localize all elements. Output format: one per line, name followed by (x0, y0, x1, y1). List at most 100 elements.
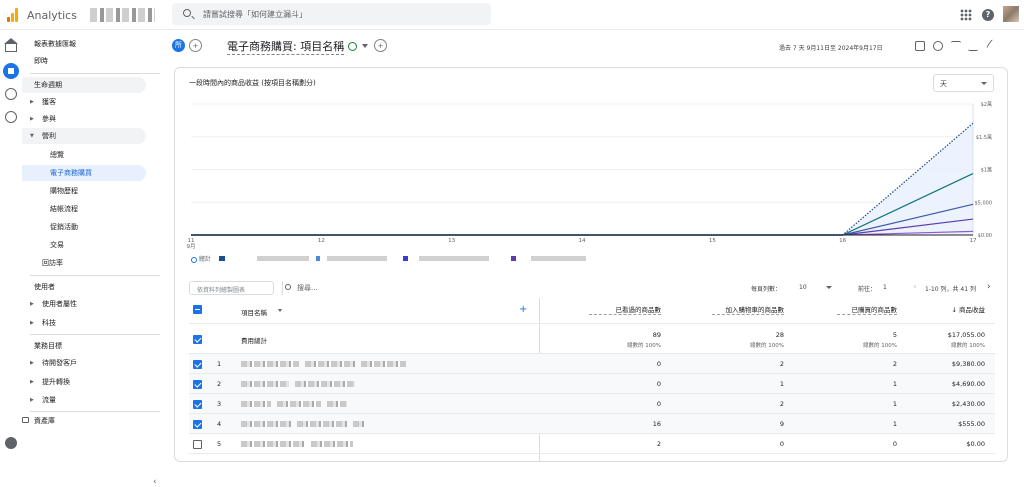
nav-conversions[interactable]: ▶ 提升轉換 (22, 374, 146, 390)
nav-purchase-journey[interactable]: 購物歷程 (22, 183, 78, 199)
redacted-item-name (241, 381, 289, 387)
nav-engagement[interactable]: ▶ 參與 (22, 111, 146, 127)
row-checkbox[interactable] (193, 400, 202, 409)
nav-section-label: 業務目標 (34, 342, 62, 350)
redacted-item-name (241, 361, 299, 367)
row-checkbox[interactable] (193, 360, 202, 369)
x-tick-label: 12 (318, 238, 325, 244)
advertising-icon[interactable] (5, 111, 17, 123)
table-row[interactable]: 2 0 1 1 $4,690.00 (189, 374, 995, 394)
nav-section-business[interactable]: 業務目標 (22, 338, 146, 354)
legend-marker (191, 256, 197, 263)
col-items-purchased[interactable]: 已購買的商品數 (837, 304, 897, 315)
nav-section-label: 使用者 (34, 283, 55, 291)
add-comparison-icon[interactable]: + (189, 39, 202, 52)
nav-monetization[interactable]: ▼ 營利 (22, 128, 146, 144)
customize-report-icon[interactable] (915, 41, 925, 51)
nav-tech[interactable]: ▶ 科技 (22, 315, 146, 331)
chevron-down-icon[interactable] (362, 44, 368, 48)
table-search-placeholder: 搜尋... (297, 284, 318, 292)
period-select[interactable]: 天 (933, 74, 994, 92)
nav-section-user[interactable]: 使用者 (22, 279, 146, 295)
reports-icon[interactable] (3, 63, 19, 79)
nav-promotions[interactable]: 促銷活動 (22, 219, 78, 235)
table-row[interactable]: 4 16 9 1 $555.00 (189, 414, 995, 434)
prev-page-icon[interactable]: ‹ (913, 282, 917, 292)
col-items-viewed[interactable]: 已看過的商品數 (589, 304, 661, 315)
next-page-icon[interactable]: › (987, 282, 991, 292)
nav-ecommerce[interactable]: 電子商務購買 (22, 165, 146, 181)
chevron-down-icon[interactable] (826, 286, 832, 289)
nav-transactions[interactable]: 交易 (22, 237, 64, 253)
nav-section-lifecycle[interactable]: 生命週期 (22, 77, 146, 93)
nav-retention[interactable]: 回訪率 (22, 255, 63, 271)
x-tick-label: 17 (970, 238, 977, 244)
metric-cell: 2 (779, 400, 784, 408)
nav-realtime[interactable]: 即時 (34, 53, 48, 69)
plot-rows-button[interactable]: 依資料列繪製圖表 (189, 281, 274, 295)
col-item-revenue[interactable]: ↓ 商品收益 (929, 304, 985, 314)
nav-acquisition[interactable]: ▶ 獲客 (22, 94, 146, 110)
account-selector[interactable] (90, 8, 155, 22)
home-icon[interactable] (4, 38, 18, 52)
add-dimension-button[interactable]: + (519, 304, 527, 315)
chevron-right-icon: ▶ (30, 379, 34, 385)
left-rail (0, 30, 22, 456)
help-icon[interactable]: ? (982, 9, 994, 21)
nav-leads[interactable]: ▶ 待開發客戶 (22, 355, 146, 371)
totals-checkbox[interactable] (193, 335, 202, 344)
series-line (191, 122, 974, 236)
add-filter-icon[interactable]: + (374, 39, 387, 52)
total-item-revenue: $17,055.00 (947, 331, 985, 339)
table-controls: 依資料列繪製圖表 搜尋... 每頁列數： 10 前往： 1 ‹ 1-10 列，共… (175, 278, 1007, 298)
col-items-added-to-cart[interactable]: 加入購物車的商品數 (712, 304, 784, 315)
chevron-right-icon: ▶ (30, 397, 34, 403)
legend-swatch (511, 256, 516, 261)
row-checkbox[interactable] (193, 440, 202, 449)
table-search-input[interactable]: 搜尋... (282, 281, 642, 295)
nav-overview[interactable]: 總覽 (22, 147, 64, 163)
nav-label: 流量 (42, 396, 56, 404)
nav-user-attributes[interactable]: ▶ 使用者屬性 (22, 296, 146, 312)
rows-per-page-select[interactable]: 10 (799, 284, 807, 291)
row-checkbox[interactable] (193, 380, 202, 389)
divider (30, 73, 160, 74)
table-row[interactable]: 1 0 2 2 $9,380.00 (189, 354, 995, 374)
metric-cell: $555.00 (958, 420, 985, 428)
row-checkbox[interactable] (193, 420, 202, 429)
insights-icon[interactable] (933, 41, 943, 51)
search-bar[interactable]: 請嘗試搜尋「如何建立漏斗」 (172, 3, 491, 25)
search-placeholder: 請嘗試搜尋「如何建立漏斗」 (203, 10, 307, 19)
apps-grid-icon[interactable] (960, 9, 972, 21)
x-tick-label: 13 (448, 238, 455, 244)
table-row[interactable]: 3 0 2 1 $2,430.00 (189, 394, 995, 414)
trend-icon[interactable] (968, 41, 978, 51)
explore-icon[interactable] (5, 88, 17, 100)
metric-cell: 1 (892, 400, 897, 408)
table-totals-row: 費用總計 89 總數的 100% 28 總數的 100% 5 總數的 100% … (189, 324, 995, 354)
chevron-down-icon[interactable] (278, 309, 282, 312)
comparison-all-pill[interactable]: 所 (172, 39, 185, 52)
metric-cell: 2 (779, 360, 784, 368)
revenue-line-chart: $0.00$5,000$1萬$1.5萬$2萬119月12 13 14 15 16 17 (187, 101, 993, 250)
table-row[interactable]: 5 2 0 0 $0.00 (189, 434, 995, 454)
settings-icon[interactable] (5, 437, 17, 449)
dim-header[interactable]: 項目名稱 (241, 307, 267, 317)
nav-checkout-journey[interactable]: 結帳流程 (22, 201, 78, 217)
nav-traffic[interactable]: ▶ 流量 (22, 392, 146, 408)
select-all-checkbox[interactable] (193, 305, 202, 314)
nav-snapshot[interactable]: 報表數據匯報 (34, 36, 76, 52)
avatar[interactable] (1003, 6, 1019, 22)
collapse-nav-icon[interactable]: ‹ (153, 477, 157, 487)
edit-pencil-icon[interactable] (986, 39, 1000, 53)
analytics-logo[interactable] (7, 8, 19, 22)
share-icon[interactable] (951, 41, 961, 51)
divider (30, 411, 160, 412)
goto-page-input[interactable]: 1 (883, 284, 887, 291)
date-range-picker[interactable]: 過去 7 天 9月11日至 2024年9月17日 (779, 43, 883, 52)
metric-cell: 2 (892, 360, 897, 368)
redacted-item-name (277, 401, 321, 407)
nav-library[interactable]: 資產庫 (22, 413, 146, 429)
total-items-viewed: 89 (652, 331, 661, 339)
nav-section-label: 生命週期 (34, 81, 62, 89)
